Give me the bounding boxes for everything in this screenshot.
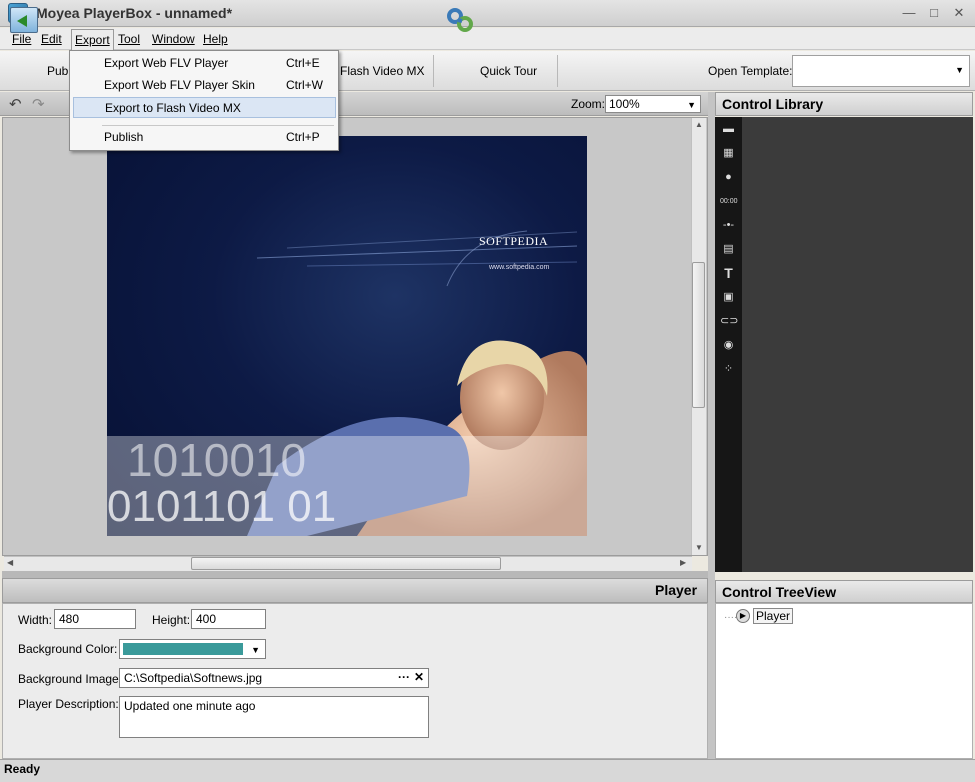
maximize-button[interactable]: □	[926, 5, 942, 21]
menu-item-export-flash-video-mx[interactable]: Export to Flash Video MX	[73, 97, 336, 118]
horizontal-scroll-thumb[interactable]	[191, 557, 501, 570]
redo-icon[interactable]: ↷	[32, 95, 45, 113]
background-color-picker[interactable]: ▼	[119, 639, 266, 659]
width-label: Width:	[18, 613, 53, 627]
height-label: Height:	[152, 613, 191, 627]
chevron-down-icon: ▼	[687, 100, 696, 110]
zoom-value: 100%	[609, 97, 640, 111]
vertical-scroll-thumb[interactable]	[692, 262, 705, 408]
properties-header	[2, 578, 708, 603]
menu-edit[interactable]: Edit	[41, 32, 62, 46]
menu-item-export-web-flv-player-skin[interactable]: Export Web FLV Player Skin Ctrl+W	[73, 75, 336, 96]
menu-bar: File Edit Export Tool Window Help	[0, 28, 975, 50]
publish-icon[interactable]	[10, 7, 38, 33]
player-description-field[interactable]: Updated one minute ago	[119, 696, 429, 738]
image-url-text: www.softpedia.com	[489, 264, 550, 271]
open-template-label: Open Template:	[708, 64, 793, 78]
chevron-down-icon: ▼	[955, 65, 964, 75]
vertical-splitter[interactable]	[708, 92, 715, 759]
export-dropdown-menu: Export Web FLV Player Ctrl+E Export Web …	[69, 50, 339, 151]
color-swatch	[123, 643, 243, 655]
menu-item-label: Export to Flash Video MX	[105, 101, 241, 115]
flash-video-mx-button-label[interactable]: Flash Video MX	[340, 64, 425, 78]
background-image-field[interactable]: C:\Softpedia\Softnews.jpg ··· ✕	[119, 668, 429, 688]
minimize-button[interactable]: —	[901, 5, 917, 21]
status-text: Ready	[4, 762, 41, 776]
playlist-icon[interactable]: ▤	[720, 241, 737, 258]
group-control-icon[interactable]: ⁘	[720, 361, 737, 378]
undo-icon[interactable]: ↶	[9, 95, 22, 113]
softpedia-wallpaper-art: 1010010 0101101 01	[107, 230, 587, 536]
slider-control-icon[interactable]: -•-	[720, 217, 737, 234]
video-control-icon[interactable]: ▦	[720, 145, 737, 162]
rewind-control-icon[interactable]: ◉	[720, 337, 737, 354]
quick-tour-icon[interactable]	[446, 6, 474, 34]
menu-export[interactable]: Export	[71, 29, 114, 50]
close-button[interactable]: ✕	[951, 5, 967, 21]
background-image-path: C:\Softpedia\Softnews.jpg	[124, 671, 263, 685]
menu-item-shortcut: Ctrl+P	[286, 130, 320, 144]
background-image-label: Background Image:	[18, 672, 123, 686]
chevron-down-icon: ▼	[251, 645, 260, 655]
status-bar	[0, 759, 975, 782]
toolbar-divider	[433, 55, 434, 87]
menu-tool[interactable]: Tool	[118, 32, 140, 46]
control-library-title: Control Library	[722, 96, 824, 112]
control-library-panel[interactable]	[742, 117, 973, 572]
height-field[interactable]: 400	[191, 609, 266, 629]
image-brand-text: SOFTPEDIA	[479, 234, 549, 248]
circle-button-icon[interactable]: ●	[720, 169, 737, 186]
zoom-label: Zoom:	[571, 97, 606, 111]
menu-file[interactable]: File	[12, 32, 31, 46]
svg-text:1010010: 1010010	[127, 434, 306, 486]
zoom-select[interactable]: 100% ▼	[605, 95, 701, 113]
menu-help[interactable]: Help	[203, 32, 228, 46]
menu-separator	[102, 125, 334, 126]
control-treeview-title: Control TreeView	[722, 584, 837, 600]
play-icon: ▶	[736, 609, 750, 623]
control-treeview-panel	[715, 603, 973, 759]
menu-item-export-web-flv-player[interactable]: Export Web FLV Player Ctrl+E	[73, 53, 336, 74]
clear-icon[interactable]: ✕	[414, 670, 424, 684]
text-control-icon[interactable]: T	[720, 265, 737, 282]
menu-window[interactable]: Window	[152, 32, 195, 46]
scroll-down-icon[interactable]: ▼	[695, 543, 703, 552]
link-control-icon[interactable]: ⊂⊃	[720, 313, 738, 330]
menu-item-label: Export Web FLV Player	[104, 56, 229, 70]
scroll-left-icon[interactable]: ◀	[7, 558, 13, 567]
time-display-icon[interactable]: 00:00	[720, 193, 738, 210]
menu-item-label: Publish	[104, 130, 144, 144]
control-library-toolstrip: ▬ ▦ ● 00:00 -•- ▤ T ▣ ⊂⊃ ◉ ⁘	[715, 117, 742, 572]
horizontal-splitter[interactable]	[2, 571, 708, 578]
scroll-right-icon[interactable]: ▶	[680, 558, 686, 567]
image-control-icon[interactable]: ▣	[720, 289, 737, 306]
scroll-up-icon[interactable]: ▲	[695, 120, 703, 129]
quick-tour-button-label[interactable]: Quick Tour	[480, 64, 537, 78]
player-description-label: Player Description:	[18, 697, 119, 711]
menu-item-shortcut: Ctrl+E	[286, 56, 320, 70]
toolbar-divider	[557, 55, 558, 87]
width-field[interactable]: 480	[54, 609, 136, 629]
button-control-icon[interactable]: ▬	[720, 121, 737, 138]
window-title: Moyea PlayerBox - unnamed*	[36, 5, 233, 21]
menu-item-label: Export Web FLV Player Skin	[104, 78, 255, 92]
background-color-label: Background Color:	[18, 642, 118, 656]
menu-item-shortcut: Ctrl+W	[286, 78, 323, 92]
browse-icon[interactable]: ···	[398, 670, 410, 684]
player-background-image[interactable]: 1010010 0101101 01 SOFTPEDIA www.softped…	[107, 136, 587, 536]
svg-text:0101101 01: 0101101 01	[107, 482, 336, 531]
open-template-select[interactable]: ▼	[792, 55, 970, 87]
app-window: Moyea PlayerBox - unnamed* — □ ✕ File Ed…	[0, 0, 975, 782]
properties-title: Player	[655, 582, 698, 598]
menu-item-publish[interactable]: Publish Ctrl+P	[73, 127, 336, 148]
tree-node-player[interactable]: Player	[753, 608, 794, 624]
